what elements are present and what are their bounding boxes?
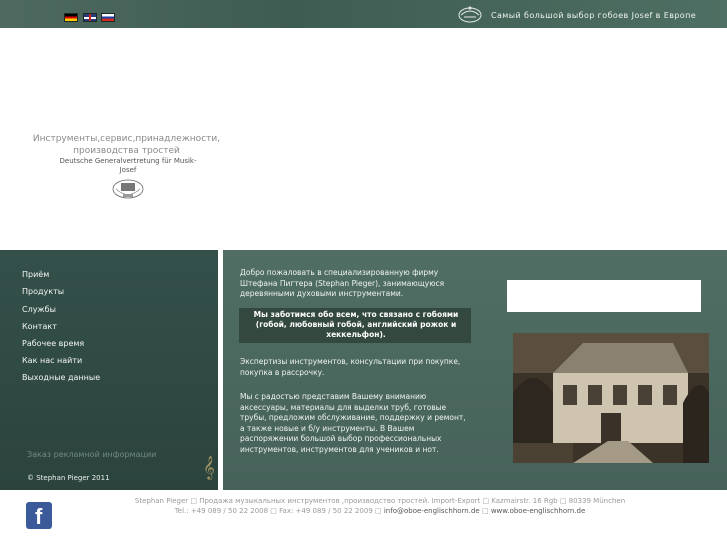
header-title: Инструменты,сервис,принадлежности, произ… — [27, 133, 226, 157]
expertise-text: Экспертизы инструментов, консультации пр… — [240, 357, 461, 377]
oboe-logo-icon — [458, 6, 482, 23]
footer-contact: Tel.: +49 089 / 50 22 2008 □ Fax: +49 08… — [120, 507, 640, 515]
nav-item-products[interactable]: Продукты — [22, 287, 64, 296]
nav-item-home[interactable]: Приём — [22, 270, 49, 279]
footer-phone-fax: Tel.: +49 089 / 50 22 2008 □ Fax: +49 08… — [174, 507, 384, 515]
footer-email-link[interactable]: info@oboe-englischhorn.de — [384, 507, 480, 515]
german-flag-icon[interactable] — [64, 13, 78, 22]
welcome-text: Добро пожаловать в специализированную фи… — [240, 268, 445, 298]
offer-text: Мы с радостью представим Вашему вниманию… — [240, 392, 466, 454]
footer-address: Stephan Pieger □ Продажа музыкальных инс… — [134, 497, 626, 505]
russian-flag-icon[interactable] — [101, 13, 115, 22]
top-bar: Самый большой выбор гобоев Josef в Европ… — [0, 0, 727, 28]
shop-building-photo — [513, 333, 709, 463]
header-block: Инструменты,сервис,принадлежности, произ… — [27, 132, 226, 204]
josef-seal-icon — [112, 179, 144, 199]
top-tagline: Самый большой выбор гобоев Josef в Европ… — [491, 11, 697, 20]
blank-banner — [507, 280, 701, 312]
nav-item-hours[interactable]: Рабочее время — [22, 339, 84, 348]
english-flag-icon[interactable] — [83, 13, 97, 22]
footer-website-link[interactable]: www.oboe-englischhorn.de — [491, 507, 586, 515]
header-subtitle-box: Deutsche Generalvertretung für Musik-Jos… — [58, 157, 198, 204]
nav-item-contact[interactable]: Контакт — [22, 322, 57, 331]
header-subtitle: Deutsche Generalvertretung für Musik-Jos… — [59, 157, 197, 174]
facebook-icon[interactable]: f — [26, 502, 52, 529]
copyright-text: © Stephan Pieger 2011 — [27, 474, 110, 482]
footer-separator: □ — [479, 507, 491, 515]
nav-item-services[interactable]: Службы — [22, 305, 56, 314]
treble-clef-icon: 𝄞 — [203, 455, 215, 479]
nav-item-directions[interactable]: Как нас найти — [22, 356, 82, 365]
nav-item-imprint[interactable]: Выходные данные — [22, 373, 100, 382]
ad-info-link[interactable]: Заказ рекламной информации — [27, 450, 156, 459]
highlight-text: Мы заботимся обо всем, что связано с гоб… — [253, 310, 459, 339]
